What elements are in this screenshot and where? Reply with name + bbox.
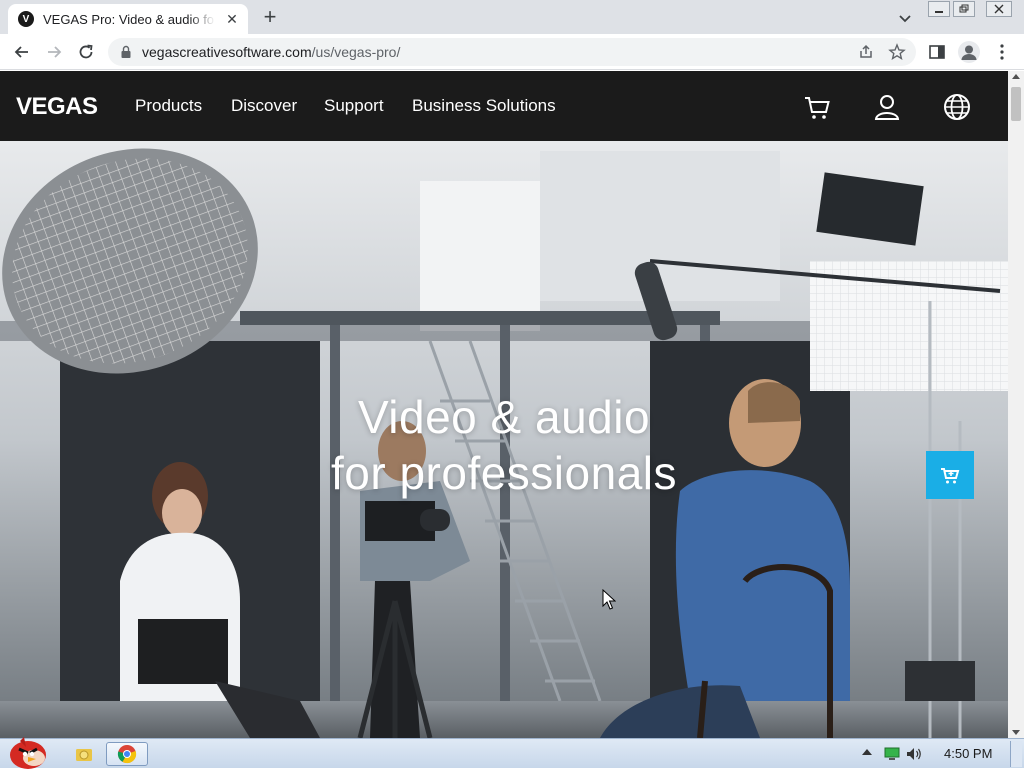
nav-discover[interactable]: Discover (231, 96, 297, 116)
menu-kebab-icon[interactable] (996, 42, 1008, 62)
side-panel-icon[interactable] (928, 43, 946, 61)
forward-arrow-icon[interactable] (44, 42, 64, 62)
restore-window-icon[interactable] (953, 1, 975, 17)
file-explorer-folder-icon[interactable] (70, 742, 98, 766)
tab-close-icon[interactable]: ✕ (224, 11, 240, 27)
mouse-cursor-icon (602, 589, 616, 610)
page-viewport: VEGAS Products Discover Support Business… (0, 71, 1008, 738)
nav-products[interactable]: Products (135, 96, 202, 116)
hero-banner: Video & audio for professionals (0, 141, 1008, 738)
tab-title: VEGAS Pro: Video & audio for professiona… (43, 11, 215, 27)
bookmark-star-icon[interactable] (888, 43, 906, 61)
browser-tabstrip: V VEGAS Pro: Video & audio for professio… (0, 0, 1024, 34)
globe-language-icon[interactable] (943, 93, 971, 121)
vegas-logo[interactable]: VEGAS (16, 93, 98, 121)
site-header: VEGAS Products Discover Support Business… (0, 71, 1008, 141)
lock-icon[interactable] (120, 45, 132, 59)
tray-expand-arrow-icon[interactable] (862, 749, 872, 755)
scroll-down-arrow-icon[interactable] (1012, 730, 1020, 735)
close-window-icon[interactable] (986, 1, 1012, 17)
chrome-taskbar-button[interactable] (106, 742, 148, 766)
nav-business-solutions[interactable]: Business Solutions (412, 96, 556, 116)
scroll-thumb[interactable] (1011, 87, 1021, 121)
nav-support[interactable]: Support (324, 96, 384, 116)
hero-headline-line-2: for professionals (331, 447, 677, 499)
browser-toolbar: vegascreativesoftware.com/us/vegas-pro/ (0, 34, 1024, 70)
taskbar-clock[interactable]: 4:50 PM (944, 746, 992, 761)
minimize-window-icon[interactable] (928, 1, 950, 17)
browser-tab-active[interactable]: V VEGAS Pro: Video & audio for professio… (8, 4, 248, 34)
share-icon[interactable] (858, 44, 874, 60)
url-text[interactable]: vegascreativesoftware.com/us/vegas-pro/ (142, 44, 400, 60)
floating-cart-button[interactable] (926, 451, 974, 499)
vegas-favicon-icon: V (18, 11, 34, 27)
scroll-up-arrow-icon[interactable] (1012, 74, 1020, 79)
volume-speaker-icon[interactable] (906, 747, 922, 761)
page-scrollbar[interactable] (1008, 71, 1024, 738)
start-angry-bird-icon[interactable] (6, 731, 50, 769)
cart-icon (941, 468, 960, 484)
os-taskbar: 4:50 PM (0, 737, 1024, 769)
tab-search-chevron-icon[interactable] (896, 9, 914, 27)
new-tab-plus-icon[interactable]: + (258, 6, 282, 30)
user-account-icon[interactable] (873, 93, 901, 121)
back-arrow-icon[interactable] (12, 42, 32, 62)
hero-headline-line-1: Video & audio (357, 391, 651, 443)
hero-headline: Video & audio for professionals (0, 389, 1008, 501)
reload-icon[interactable] (76, 42, 96, 62)
network-monitor-icon[interactable] (884, 747, 900, 761)
profile-avatar-icon[interactable] (958, 41, 980, 63)
address-bar[interactable]: vegascreativesoftware.com/us/vegas-pro/ (108, 38, 916, 66)
show-desktop-button[interactable] (1010, 741, 1022, 767)
chrome-icon (117, 745, 137, 764)
url-host: vegascreativesoftware.com (142, 44, 312, 60)
cart-icon[interactable] (803, 93, 831, 121)
url-path: /us/vegas-pro/ (311, 44, 401, 60)
